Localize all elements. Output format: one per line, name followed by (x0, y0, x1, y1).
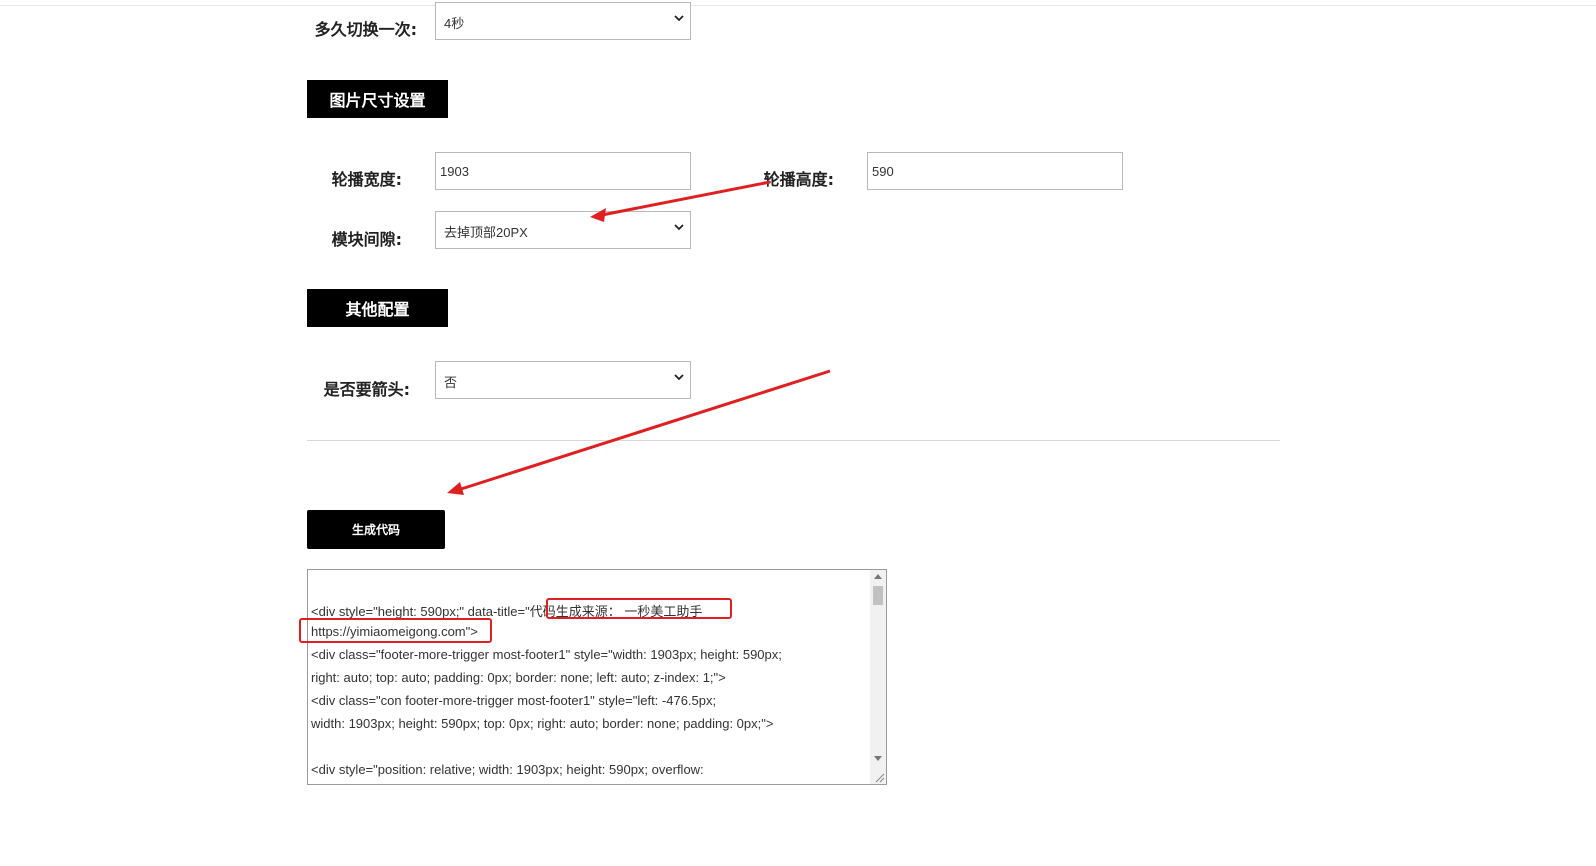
arrow-to-generate-button (447, 369, 831, 495)
annotation-arrows (447, 180, 831, 495)
arrow-to-gap-select (590, 180, 771, 222)
